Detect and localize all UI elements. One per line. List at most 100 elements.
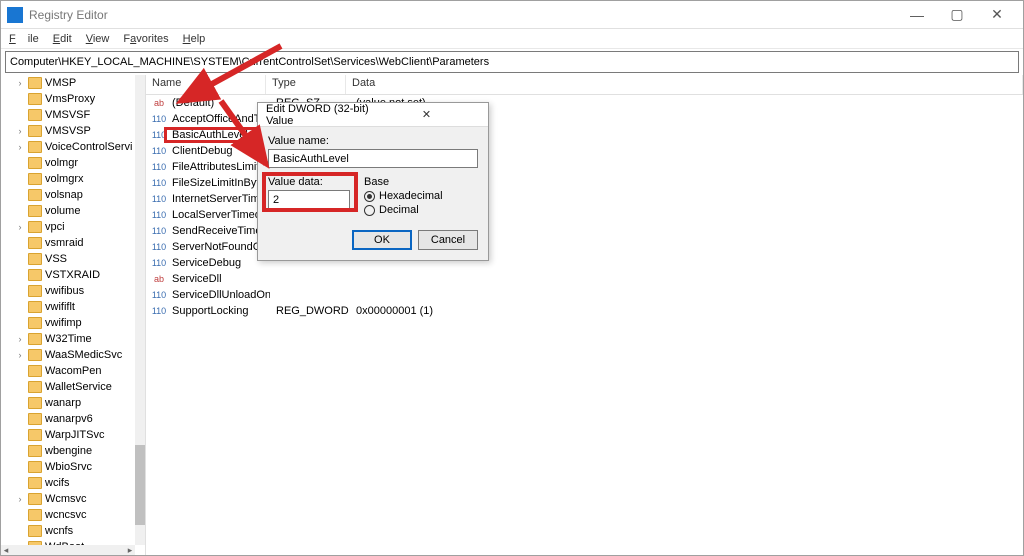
tree-hscrollbar[interactable]: ◂▸ bbox=[1, 545, 135, 555]
value-data-label: Value data: bbox=[268, 176, 350, 188]
dword-icon: 110 bbox=[152, 240, 166, 254]
list-row[interactable]: abServiceDll bbox=[146, 271, 1023, 287]
menu-edit[interactable]: Edit bbox=[47, 33, 78, 45]
tree-item-vwififlt[interactable]: vwififlt bbox=[1, 299, 135, 315]
tree-item-wbengine[interactable]: wbengine bbox=[1, 443, 135, 459]
tree-item-wacompen[interactable]: WacomPen bbox=[1, 363, 135, 379]
tree-label: VMSP bbox=[45, 77, 76, 89]
ok-button[interactable]: OK bbox=[352, 230, 412, 250]
menu-help[interactable]: Help bbox=[177, 33, 212, 45]
tree-item-wcifs[interactable]: wcifs bbox=[1, 475, 135, 491]
folder-icon bbox=[28, 445, 42, 457]
tree-item-volsnap[interactable]: volsnap bbox=[1, 187, 135, 203]
tree-item-waasmedicsvc[interactable]: › WaaSMedicSvc bbox=[1, 347, 135, 363]
folder-icon bbox=[28, 413, 42, 425]
tree-vscrollbar[interactable] bbox=[135, 75, 145, 545]
address-bar[interactable] bbox=[5, 51, 1019, 73]
scroll-thumb[interactable] bbox=[135, 445, 145, 525]
string-icon: ab bbox=[152, 272, 166, 286]
expander-icon[interactable]: › bbox=[15, 142, 25, 152]
tree-item-vmsvsp[interactable]: ›VMSVSP bbox=[1, 123, 135, 139]
tree-label: WacomPen bbox=[45, 365, 101, 377]
folder-icon bbox=[28, 477, 42, 489]
tree-item-vmsvsf[interactable]: VMSVSF bbox=[1, 107, 135, 123]
value-name-input[interactable] bbox=[268, 149, 478, 168]
menu-favorites[interactable]: Favorites bbox=[117, 33, 174, 45]
tree-item-wcncsvc[interactable]: wcncsvc bbox=[1, 507, 135, 523]
tree-item-vwifimp[interactable]: vwifimp bbox=[1, 315, 135, 331]
tree-item-w32time[interactable]: › W32Time bbox=[1, 331, 135, 347]
tree-item-volmgr[interactable]: volmgr bbox=[1, 155, 135, 171]
tree-item-voicecontrolservi[interactable]: ›VoiceControlServi bbox=[1, 139, 135, 155]
tree-label: wcnfs bbox=[45, 525, 73, 537]
folder-icon bbox=[28, 301, 42, 313]
dword-icon: 110 bbox=[152, 288, 166, 302]
folder-icon bbox=[28, 349, 42, 361]
expander-icon[interactable]: › bbox=[15, 78, 25, 88]
expander-icon[interactable]: › bbox=[15, 350, 25, 360]
dword-icon: 110 bbox=[152, 192, 166, 206]
tree-item-wcmsvc[interactable]: ›Wcmsvc bbox=[1, 491, 135, 507]
tree-item-vpci[interactable]: › vpci bbox=[1, 219, 135, 235]
tree-item-volmgrx[interactable]: volmgrx bbox=[1, 171, 135, 187]
tree-label: VSS bbox=[45, 253, 67, 265]
dword-icon: 110 bbox=[152, 176, 166, 190]
tree-item-wanarp[interactable]: wanarp bbox=[1, 395, 135, 411]
tree-item-wanarpv6[interactable]: wanarpv6 bbox=[1, 411, 135, 427]
col-type[interactable]: Type bbox=[266, 75, 346, 94]
registry-editor-window: Registry Editor — ▢ ✕ File Edit View Fav… bbox=[0, 0, 1024, 556]
tree-item-warpjitsvc[interactable]: WarpJITSvc bbox=[1, 427, 135, 443]
folder-icon bbox=[28, 493, 42, 505]
value-data-input[interactable] bbox=[268, 190, 350, 209]
tree-item-vmsp[interactable]: › VMSP bbox=[1, 75, 135, 91]
folder-icon bbox=[28, 525, 42, 537]
tree-label: wcncsvc bbox=[45, 509, 87, 521]
dword-icon: 110 bbox=[152, 112, 166, 126]
value-name: SupportLocking bbox=[166, 305, 270, 317]
folder-icon bbox=[28, 429, 42, 441]
tree-item-wcnfs[interactable]: wcnfs bbox=[1, 523, 135, 539]
tree-item-vstxraid[interactable]: VSTXRAID bbox=[1, 267, 135, 283]
col-data[interactable]: Data bbox=[346, 75, 1023, 94]
folder-icon bbox=[28, 173, 42, 185]
folder-icon bbox=[28, 397, 42, 409]
minimize-button[interactable]: — bbox=[897, 1, 937, 29]
radio-icon bbox=[364, 205, 375, 216]
address-input[interactable] bbox=[10, 56, 1014, 68]
expander-icon[interactable]: › bbox=[15, 494, 25, 504]
menu-view[interactable]: View bbox=[80, 33, 116, 45]
tree-label: WaaSMedicSvc bbox=[45, 349, 122, 361]
value-name: LocalServerTimeoutInSec bbox=[166, 209, 270, 221]
value-name: ServiceDllUnloadOnStop bbox=[166, 289, 270, 301]
tree-item-vsmraid[interactable]: vsmraid bbox=[1, 235, 135, 251]
cancel-button[interactable]: Cancel bbox=[418, 230, 478, 250]
tree-item-volume[interactable]: volume bbox=[1, 203, 135, 219]
menu-file[interactable]: File bbox=[3, 33, 45, 45]
tree-item-walletservice[interactable]: WalletService bbox=[1, 379, 135, 395]
tree-item-vmsproxy[interactable]: VmsProxy bbox=[1, 91, 135, 107]
maximize-button[interactable]: ▢ bbox=[937, 1, 977, 29]
list-row[interactable]: 110SupportLockingREG_DWORD0x00000001 (1) bbox=[146, 303, 1023, 319]
tree-label: W32Time bbox=[45, 333, 92, 345]
expander-icon[interactable]: › bbox=[15, 222, 25, 232]
tree-item-vss[interactable]: VSS bbox=[1, 251, 135, 267]
tree-panel: › VMSP VmsProxyVMSVSF›VMSVSP›VoiceControlS… bbox=[1, 75, 146, 555]
expander-icon[interactable]: › bbox=[15, 334, 25, 344]
base-label: Base bbox=[364, 176, 478, 188]
col-name[interactable]: Name bbox=[146, 75, 266, 94]
dialog-close-button[interactable]: ✕ bbox=[373, 108, 480, 121]
dialog-title: Edit DWORD (32-bit) Value bbox=[266, 103, 373, 127]
expander-icon[interactable]: › bbox=[15, 126, 25, 136]
tree-label: vwifibus bbox=[45, 285, 84, 297]
tree-item-wbiosrvc[interactable]: WbioSrvc bbox=[1, 459, 135, 475]
tree-item-vwifibus[interactable]: vwifibus bbox=[1, 283, 135, 299]
close-button[interactable]: ✕ bbox=[977, 1, 1017, 29]
tree-label: vpci bbox=[45, 221, 65, 233]
tree-label: volsnap bbox=[45, 189, 83, 201]
list-row[interactable]: 110ServiceDllUnloadOnStop bbox=[146, 287, 1023, 303]
radio-dec[interactable]: Decimal bbox=[364, 204, 478, 216]
tree-label: volmgr bbox=[45, 157, 78, 169]
radio-hex[interactable]: Hexadecimal bbox=[364, 190, 478, 202]
dword-icon: 110 bbox=[152, 128, 166, 142]
value-name: BasicAuthLevel bbox=[166, 129, 270, 141]
